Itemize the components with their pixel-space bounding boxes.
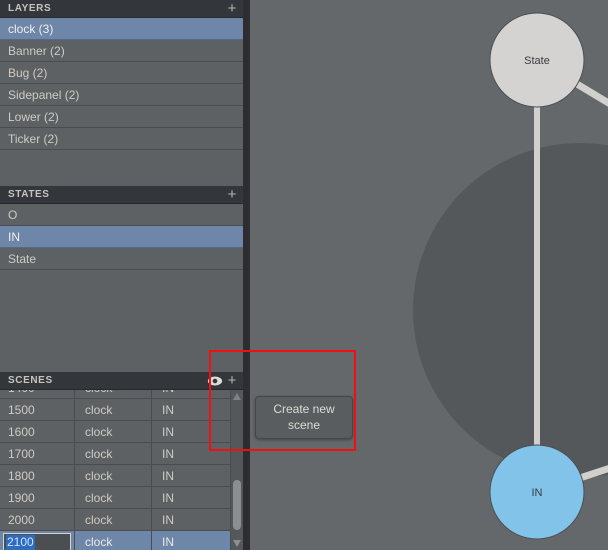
scenes-scrollbar-thumb[interactable] xyxy=(233,480,241,530)
scene-layer-cell[interactable]: clock xyxy=(75,509,152,530)
app-root: State IN LAYERS + clock (3) Banner (2) B… xyxy=(0,0,608,550)
scene-number-input-selection: 2100 xyxy=(6,535,35,550)
panel-divider xyxy=(243,0,250,550)
states-list: O IN State xyxy=(0,204,243,270)
scene-state-cell[interactable]: IN xyxy=(152,390,231,398)
triangle-down-icon[interactable] xyxy=(231,537,243,550)
scene-number-cell[interactable]: 2000 xyxy=(0,509,75,530)
eye-icon[interactable] xyxy=(207,374,223,388)
graph-node-in[interactable]: IN xyxy=(489,444,585,540)
scene-row[interactable]: 1900 clock IN xyxy=(0,487,243,509)
scene-layer-cell[interactable]: clock xyxy=(75,465,152,486)
left-panel: LAYERS + clock (3) Banner (2) Bug (2) Si… xyxy=(0,0,250,550)
scene-number-cell[interactable]: 1700 xyxy=(0,443,75,464)
scene-number-input[interactable]: 2100 xyxy=(3,533,71,550)
scenes-add-plus-icon[interactable]: + xyxy=(225,373,239,389)
states-add-plus-icon[interactable]: + xyxy=(225,187,239,203)
state-list-item[interactable]: IN xyxy=(0,226,243,248)
scene-layer-cell[interactable]: clock xyxy=(75,531,152,550)
scene-row[interactable]: 1400 clock IN xyxy=(0,390,243,399)
state-node-label: State xyxy=(524,55,550,67)
scene-row[interactable]: 1800 clock IN xyxy=(0,465,243,487)
scene-row[interactable]: 2100 clock IN xyxy=(0,531,243,550)
scene-number-cell[interactable]: 1800 xyxy=(0,465,75,486)
layers-title: LAYERS xyxy=(8,3,52,14)
scene-layer-cell[interactable]: clock xyxy=(75,390,152,398)
states-empty-area[interactable] xyxy=(0,270,243,372)
layers-empty-area[interactable] xyxy=(0,150,243,186)
scene-state-cell[interactable]: IN xyxy=(152,487,231,508)
create-new-scene-tooltip: Create new scene xyxy=(255,396,353,439)
layer-list-item[interactable]: Banner (2) xyxy=(0,40,243,62)
scene-row[interactable]: 2000 clock IN xyxy=(0,509,243,531)
scene-row[interactable]: 1600 clock IN xyxy=(0,421,243,443)
scene-layer-cell[interactable]: clock xyxy=(75,443,152,464)
scene-state-cell[interactable]: IN xyxy=(152,531,231,550)
scene-number-cell[interactable]: 1400 xyxy=(0,390,75,398)
scene-layer-cell[interactable]: clock xyxy=(75,487,152,508)
graph-svg: State IN xyxy=(413,12,608,540)
states-title: STATES xyxy=(8,189,50,200)
scene-row[interactable]: 1500 clock IN xyxy=(0,399,243,421)
state-list-item[interactable]: O xyxy=(0,204,243,226)
states-section-header: STATES + xyxy=(0,186,243,204)
layers-list: clock (3) Banner (2) Bug (2) Sidepanel (… xyxy=(0,18,243,150)
layer-list-item[interactable]: Lower (2) xyxy=(0,106,243,128)
layer-list-item[interactable]: Sidepanel (2) xyxy=(0,84,243,106)
scene-number-cell-editing[interactable]: 2100 xyxy=(0,531,75,550)
scene-number-cell[interactable]: 1500 xyxy=(0,399,75,420)
layers-section-header: LAYERS + xyxy=(0,0,243,18)
scene-state-cell[interactable]: IN xyxy=(152,509,231,530)
scene-row[interactable]: 1700 clock IN xyxy=(0,443,243,465)
scene-state-cell[interactable]: IN xyxy=(152,399,231,420)
graph-node-state[interactable]: State xyxy=(489,12,585,108)
scene-number-cell[interactable]: 1900 xyxy=(0,487,75,508)
layer-list-item[interactable]: Ticker (2) xyxy=(0,128,243,150)
scene-layer-cell[interactable]: clock xyxy=(75,421,152,442)
layer-list-item[interactable]: Bug (2) xyxy=(0,62,243,84)
scene-state-cell[interactable]: IN xyxy=(152,465,231,486)
layer-list-item[interactable]: clock (3) xyxy=(0,18,243,40)
in-node-label: IN xyxy=(532,487,543,499)
state-graph-canvas[interactable]: State IN xyxy=(250,0,608,550)
scene-number-cell[interactable]: 1600 xyxy=(0,421,75,442)
triangle-up-icon[interactable] xyxy=(231,390,243,403)
scene-layer-cell[interactable]: clock xyxy=(75,399,152,420)
scene-state-cell[interactable]: IN xyxy=(152,421,231,442)
layers-add-plus-icon[interactable]: + xyxy=(225,1,239,17)
scenes-title: SCENES xyxy=(8,375,53,386)
scene-state-cell[interactable]: IN xyxy=(152,443,231,464)
scenes-table[interactable]: 1400 clock IN 1500 clock IN 1600 clock I… xyxy=(0,390,243,550)
scenes-section-header: SCENES + xyxy=(0,372,243,390)
graph-group-disc xyxy=(413,143,608,477)
state-list-item[interactable]: State xyxy=(0,248,243,270)
